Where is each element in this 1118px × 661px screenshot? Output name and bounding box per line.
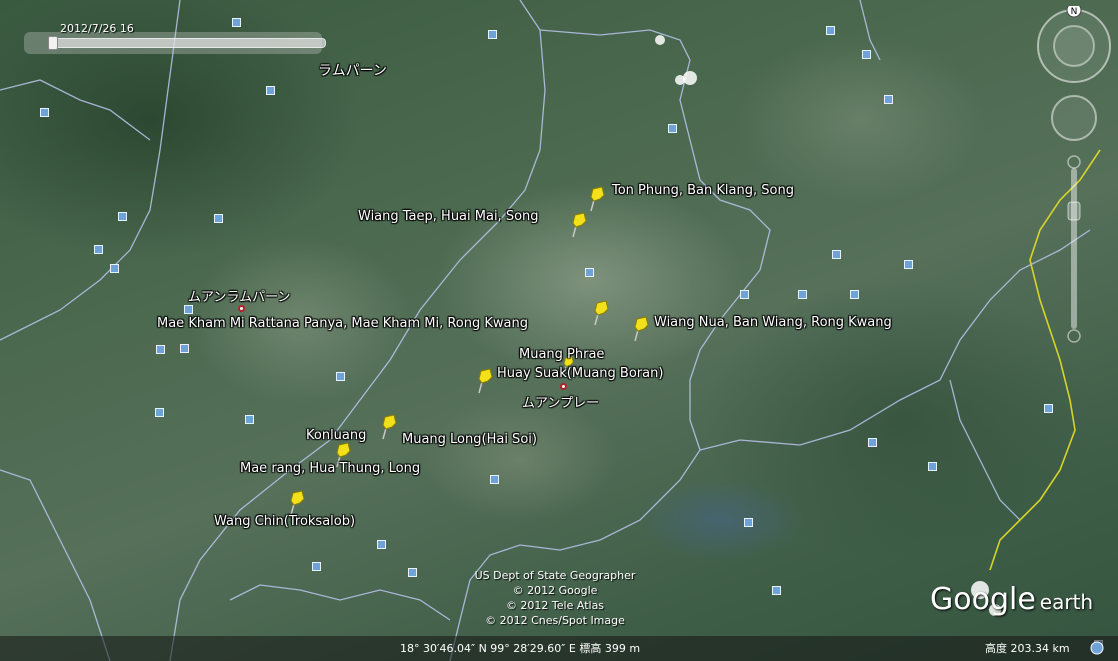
place-marker-icon[interactable]	[94, 245, 103, 254]
place-marker-icon[interactable]	[928, 462, 937, 471]
place-marker-icon[interactable]	[232, 18, 241, 27]
pushpin-icon[interactable]	[570, 212, 590, 238]
placemark-label[interactable]: Wiang Taep, Huai Mai, Song	[358, 209, 539, 224]
satellite-map[interactable]: ラムパーン ムアンラムパーン ムアンプレー Ton Phung, Ban Kla…	[0, 0, 1118, 661]
pushpin-icon[interactable]	[288, 490, 308, 516]
placemark-label[interactable]: Ton Phung, Ban Klang, Song	[612, 183, 794, 198]
time-slider-date: 2012/7/26 16	[60, 22, 134, 35]
zoom-in-icon[interactable]	[1067, 155, 1081, 169]
time-slider-thumb[interactable]	[48, 36, 58, 50]
zoom-out-icon[interactable]	[1067, 329, 1081, 343]
place-marker-icon[interactable]	[118, 212, 127, 221]
place-marker-icon[interactable]	[832, 250, 841, 259]
credit-line: US Dept of State Geographer	[474, 569, 636, 582]
place-marker-icon[interactable]	[245, 415, 254, 424]
place-marker-icon[interactable]	[266, 86, 275, 95]
time-slider-track[interactable]	[50, 38, 326, 48]
place-marker-icon[interactable]	[336, 372, 345, 381]
brand-google: Google	[930, 582, 1036, 617]
google-earth-logo: Google earth	[930, 582, 1093, 617]
region-label: ムアンプレー	[522, 396, 600, 411]
placemark-label[interactable]: Wiang Nua, Ban Wiang, Rong Kwang	[654, 315, 892, 330]
map-credits: US Dept of State Geographer © 2012 Googl…	[455, 568, 655, 628]
placemark-label[interactable]: Mae rang, Hua Thung, Long	[240, 461, 420, 476]
place-marker-icon[interactable]	[798, 290, 807, 299]
north-label: N	[1071, 7, 1078, 17]
globe-icon	[1090, 641, 1104, 655]
region-label: ムアンラムパーン	[188, 290, 291, 305]
city-marker-icon[interactable]	[560, 383, 567, 390]
place-marker-icon[interactable]	[884, 95, 893, 104]
placemark-label[interactable]: Wang Chin(Troksalob)	[214, 514, 355, 529]
place-marker-icon[interactable]	[155, 408, 164, 417]
region-label: ラムパーン	[318, 63, 387, 79]
place-marker-icon[interactable]	[826, 26, 835, 35]
placemark-label[interactable]: Konluang	[306, 428, 366, 443]
place-marker-icon[interactable]	[156, 345, 165, 354]
credit-line: © 2012 Cnes/Spot Image	[485, 614, 625, 627]
look-joystick-icon[interactable]	[1053, 25, 1095, 67]
place-marker-icon[interactable]	[180, 344, 189, 353]
status-bar: 18° 30′46.04″ N 99° 28′29.60″ E 標高 399 m…	[0, 636, 1118, 661]
brand-earth: earth	[1039, 590, 1094, 614]
place-marker-icon[interactable]	[184, 305, 193, 314]
place-marker-icon[interactable]	[868, 438, 877, 447]
navigation-controls[interactable]: N	[1030, 6, 1114, 346]
place-marker-icon[interactable]	[1044, 404, 1053, 413]
placemark-label[interactable]: Muang Long(Hai Soi)	[402, 432, 537, 447]
place-marker-icon[interactable]	[772, 586, 781, 595]
place-marker-icon[interactable]	[668, 124, 677, 133]
place-marker-icon[interactable]	[490, 475, 499, 484]
place-marker-icon[interactable]	[40, 108, 49, 117]
place-marker-icon[interactable]	[850, 290, 859, 299]
city-marker-icon[interactable]	[238, 305, 245, 312]
eye-altitude: 高度 203.34 km	[985, 642, 1070, 655]
pushpin-icon[interactable]	[632, 316, 652, 342]
pushpin-icon[interactable]	[476, 368, 496, 394]
pushpin-icon[interactable]	[592, 300, 612, 326]
place-marker-icon[interactable]	[214, 214, 223, 223]
placemark-label[interactable]: Muang Phrae	[519, 347, 604, 362]
zoom-slider-thumb[interactable]	[1067, 201, 1081, 221]
place-marker-icon[interactable]	[312, 562, 321, 571]
place-marker-icon[interactable]	[110, 264, 119, 273]
place-marker-icon[interactable]	[488, 30, 497, 39]
credit-line: © 2012 Google	[512, 584, 598, 597]
placemark-label[interactable]: Mae Kham Mi Rattana Panya, Mae Kham Mi, …	[157, 316, 528, 331]
place-marker-icon[interactable]	[740, 290, 749, 299]
place-marker-icon[interactable]	[862, 50, 871, 59]
place-marker-icon[interactable]	[744, 518, 753, 527]
place-marker-icon[interactable]	[904, 260, 913, 269]
pushpin-icon[interactable]	[380, 414, 400, 440]
place-marker-icon[interactable]	[585, 268, 594, 277]
place-marker-icon[interactable]	[377, 540, 386, 549]
place-marker-icon[interactable]	[408, 568, 417, 577]
pushpin-icon[interactable]	[588, 186, 608, 212]
credit-line: © 2012 Tele Atlas	[505, 599, 605, 612]
cursor-coordinates: 18° 30′46.04″ N 99° 28′29.60″ E 標高 399 m	[400, 642, 641, 655]
time-slider[interactable]	[24, 32, 326, 54]
move-joystick-icon[interactable]	[1051, 95, 1097, 141]
placemark-label[interactable]: Huay Suak(Muang Boran)	[497, 366, 663, 381]
